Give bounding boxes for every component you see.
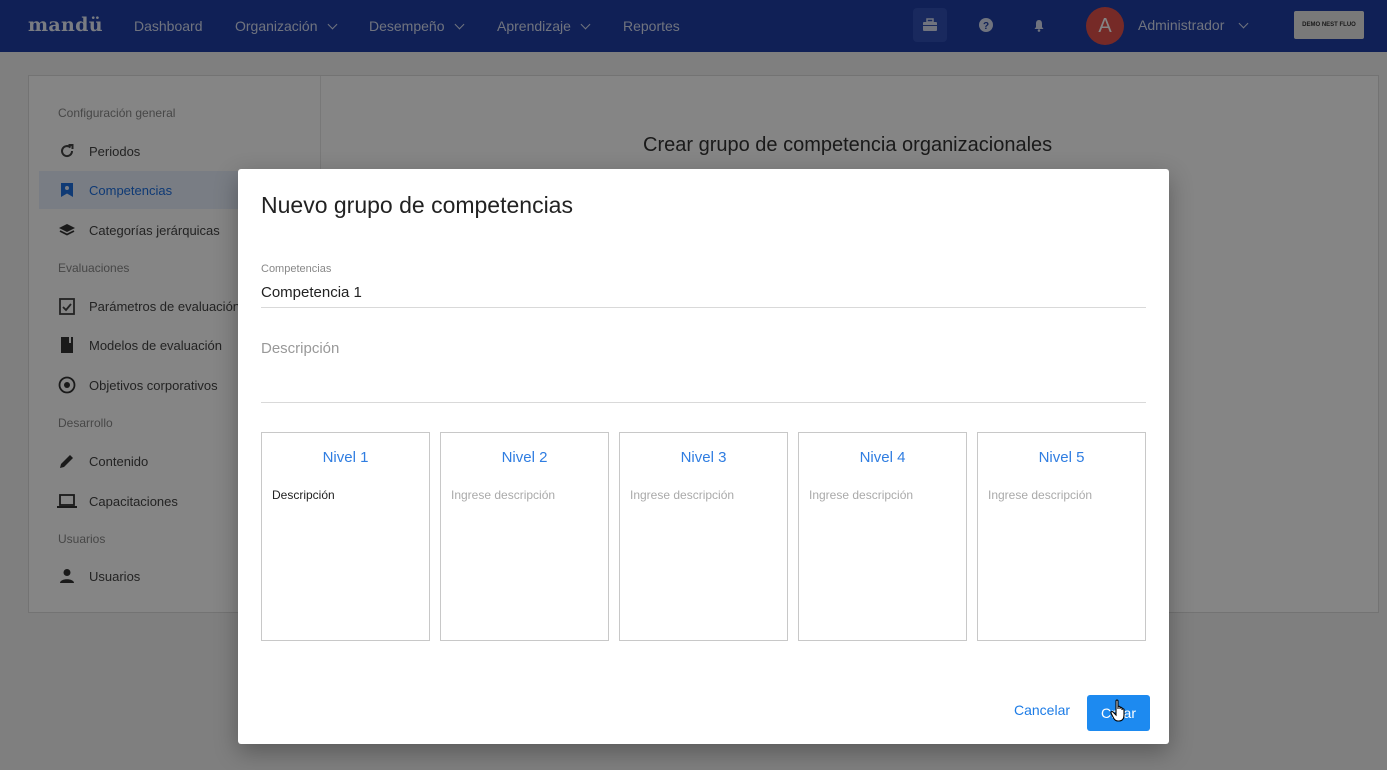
cancel-button[interactable]: Cancelar <box>1014 702 1070 718</box>
level-card-5[interactable]: Nivel 5 Ingrese descripción <box>977 432 1146 641</box>
level-title: Nivel 4 <box>859 449 906 466</box>
level-card-2[interactable]: Nivel 2 Ingrese descripción <box>440 432 609 641</box>
level-title: Nivel 2 <box>501 449 548 466</box>
level-card-1[interactable]: Nivel 1 Descripción <box>261 432 430 641</box>
level-description-input[interactable]: Descripción <box>272 488 335 502</box>
dialog-title: Nuevo grupo de competencias <box>261 192 573 218</box>
level-title: Nivel 3 <box>680 449 727 466</box>
level-description-input[interactable]: Ingrese descripción <box>451 488 555 502</box>
descripcion-underline <box>261 402 1146 403</box>
level-title: Nivel 5 <box>1038 449 1085 466</box>
level-description-input[interactable]: Ingrese descripción <box>809 488 913 502</box>
level-description-input[interactable]: Ingrese descripción <box>988 488 1092 502</box>
level-card-3[interactable]: Nivel 3 Ingrese descripción <box>619 432 788 641</box>
competencias-field-label: Competencias <box>261 263 332 275</box>
competencias-underline <box>261 307 1146 308</box>
hand-cursor-icon <box>1110 699 1125 722</box>
descripcion-textarea[interactable]: Descripción <box>261 340 339 357</box>
level-description-input[interactable]: Ingrese descripción <box>630 488 734 502</box>
competencias-input[interactable]: Competencia 1 <box>261 284 362 301</box>
level-card-4[interactable]: Nivel 4 Ingrese descripción <box>798 432 967 641</box>
new-competency-group-dialog: Nuevo grupo de competencias Competencias… <box>238 169 1169 744</box>
level-title: Nivel 1 <box>322 449 369 466</box>
